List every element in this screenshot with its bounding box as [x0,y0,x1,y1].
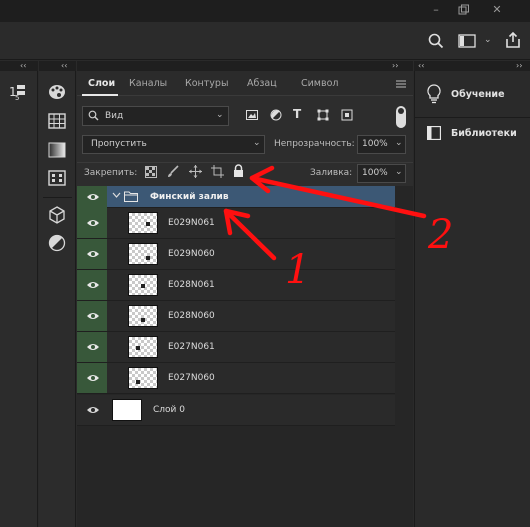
annotation-label-1: 1 [285,247,311,293]
annotation-overlay [223,165,427,261]
annotation-arrow-1 [223,208,277,261]
annotation-label-2: 2 [428,212,454,258]
annotation-arrow-2 [249,165,427,219]
